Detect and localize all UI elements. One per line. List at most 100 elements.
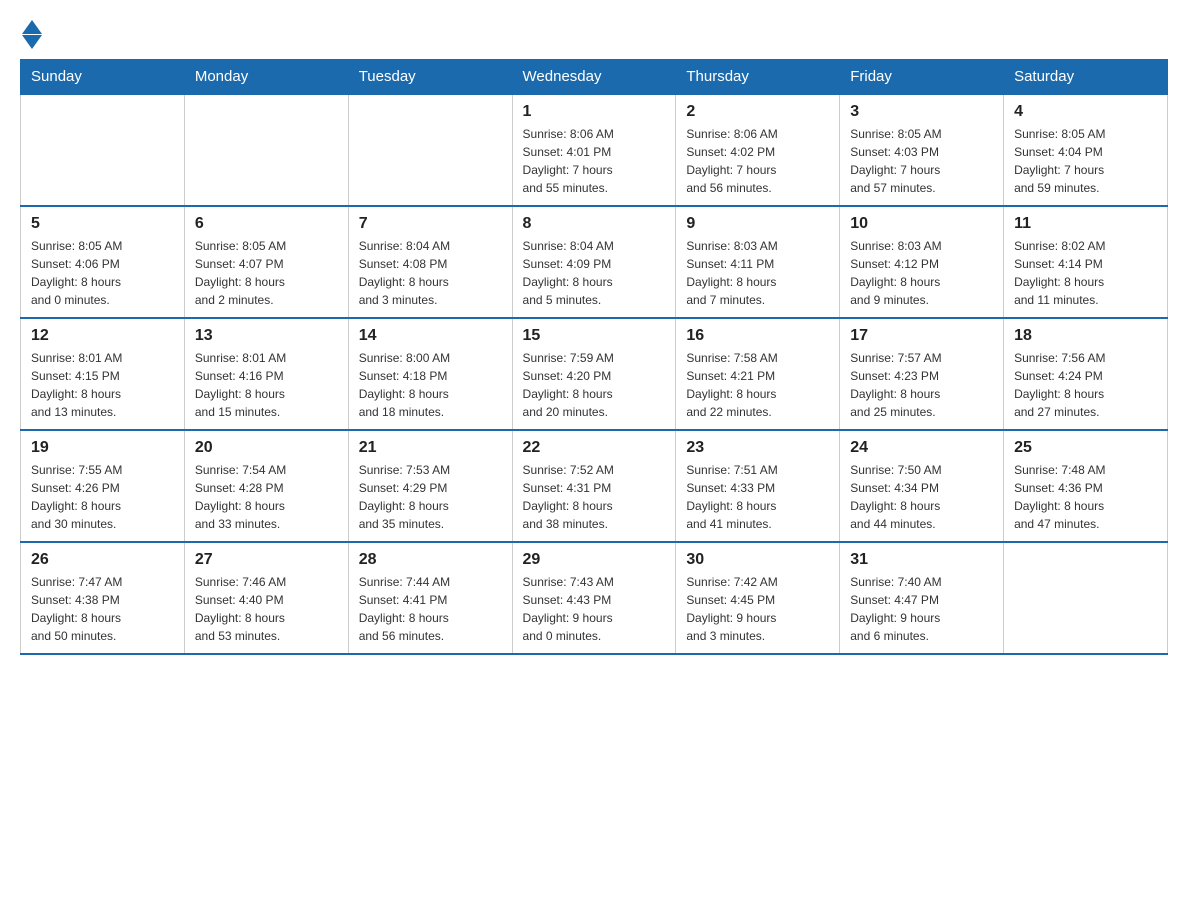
day-number: 5: [31, 215, 174, 233]
day-info: Sunrise: 8:01 AM Sunset: 4:16 PM Dayligh…: [195, 349, 338, 421]
calendar-cell: 6 Sunrise: 8:05 AM Sunset: 4:07 PM Daylig…: [184, 206, 348, 318]
day-info: Sunrise: 7:58 AM Sunset: 4:21 PM Dayligh…: [686, 349, 829, 421]
calendar-week-5: 26 Sunrise: 7:47 AM Sunset: 4:38 PM Dayli…: [21, 542, 1168, 654]
day-info: Sunrise: 8:03 AM Sunset: 4:12 PM Dayligh…: [850, 237, 993, 309]
calendar-cell: 23 Sunrise: 7:51 AM Sunset: 4:33 PM Dayli…: [676, 430, 840, 542]
calendar-cell: 14 Sunrise: 8:00 AM Sunset: 4:18 PM Dayli…: [348, 318, 512, 430]
day-number: 22: [523, 439, 666, 457]
day-info: Sunrise: 7:59 AM Sunset: 4:20 PM Dayligh…: [523, 349, 666, 421]
calendar-cell: 8Sunrise: 8:04 AM Sunset: 4:09 PM Daylig…: [512, 206, 676, 318]
day-number: 17: [850, 327, 993, 345]
column-header-thursday: Thursday: [676, 60, 840, 95]
day-info: Sunrise: 8:06 AM Sunset: 4:01 PM Dayligh…: [523, 125, 666, 197]
day-info: Sunrise: 7:52 AM Sunset: 4:31 PM Dayligh…: [523, 461, 666, 533]
day-info: Sunrise: 7:47 AM Sunset: 4:38 PM Dayligh…: [31, 573, 174, 645]
day-number: 20: [195, 439, 338, 457]
day-info: Sunrise: 8:05 AM Sunset: 4:03 PM Dayligh…: [850, 125, 993, 197]
day-info: Sunrise: 8:05 AM Sunset: 4:06 PM Dayligh…: [31, 237, 174, 309]
calendar-cell: 1 Sunrise: 8:06 AM Sunset: 4:01 PM Daylig…: [512, 94, 676, 206]
calendar-week-2: 5 Sunrise: 8:05 AM Sunset: 4:06 PM Daylig…: [21, 206, 1168, 318]
day-info: Sunrise: 7:57 AM Sunset: 4:23 PM Dayligh…: [850, 349, 993, 421]
day-number: 13: [195, 327, 338, 345]
calendar-cell: 19 Sunrise: 7:55 AM Sunset: 4:26 PM Dayli…: [21, 430, 185, 542]
calendar-cell: 2Sunrise: 8:06 AM Sunset: 4:02 PM Daylig…: [676, 94, 840, 206]
day-info: Sunrise: 7:51 AM Sunset: 4:33 PM Dayligh…: [686, 461, 829, 533]
calendar-cell: 12 Sunrise: 8:01 AM Sunset: 4:15 PM Dayli…: [21, 318, 185, 430]
calendar-cell: 3 Sunrise: 8:05 AM Sunset: 4:03 PM Daylig…: [840, 94, 1004, 206]
day-number: 1: [523, 103, 666, 121]
day-info: Sunrise: 7:55 AM Sunset: 4:26 PM Dayligh…: [31, 461, 174, 533]
day-info: Sunrise: 7:48 AM Sunset: 4:36 PM Dayligh…: [1014, 461, 1157, 533]
calendar-header-row: SundayMondayTuesdayWednesdayThursdayFrid…: [21, 60, 1168, 95]
calendar-cell: 27 Sunrise: 7:46 AM Sunset: 4:40 PM Dayli…: [184, 542, 348, 654]
calendar-cell: 21 Sunrise: 7:53 AM Sunset: 4:29 PM Dayli…: [348, 430, 512, 542]
calendar-cell: 17 Sunrise: 7:57 AM Sunset: 4:23 PM Dayli…: [840, 318, 1004, 430]
day-number: 18: [1014, 327, 1157, 345]
day-info: Sunrise: 8:05 AM Sunset: 4:04 PM Dayligh…: [1014, 125, 1157, 197]
calendar-week-1: 1 Sunrise: 8:06 AM Sunset: 4:01 PM Daylig…: [21, 94, 1168, 206]
calendar-cell: 28Sunrise: 7:44 AM Sunset: 4:41 PM Dayli…: [348, 542, 512, 654]
day-number: 11: [1014, 215, 1157, 233]
calendar-cell: [21, 94, 185, 206]
day-info: Sunrise: 8:03 AM Sunset: 4:11 PM Dayligh…: [686, 237, 829, 309]
day-number: 14: [359, 327, 502, 345]
day-number: 24: [850, 439, 993, 457]
day-number: 2: [686, 103, 829, 121]
day-number: 19: [31, 439, 174, 457]
day-info: Sunrise: 7:46 AM Sunset: 4:40 PM Dayligh…: [195, 573, 338, 645]
day-number: 23: [686, 439, 829, 457]
calendar-cell: 7 Sunrise: 8:04 AM Sunset: 4:08 PM Daylig…: [348, 206, 512, 318]
calendar-cell: 13 Sunrise: 8:01 AM Sunset: 4:16 PM Dayli…: [184, 318, 348, 430]
day-number: 28: [359, 551, 502, 569]
day-info: Sunrise: 8:04 AM Sunset: 4:08 PM Dayligh…: [359, 237, 502, 309]
day-number: 3: [850, 103, 993, 121]
day-number: 4: [1014, 103, 1157, 121]
day-number: 7: [359, 215, 502, 233]
day-info: Sunrise: 8:00 AM Sunset: 4:18 PM Dayligh…: [359, 349, 502, 421]
calendar-cell: 24 Sunrise: 7:50 AM Sunset: 4:34 PM Dayli…: [840, 430, 1004, 542]
day-number: 29: [523, 551, 666, 569]
day-info: Sunrise: 7:42 AM Sunset: 4:45 PM Dayligh…: [686, 573, 829, 645]
day-info: Sunrise: 8:05 AM Sunset: 4:07 PM Dayligh…: [195, 237, 338, 309]
calendar-table: SundayMondayTuesdayWednesdayThursdayFrid…: [20, 59, 1168, 655]
day-info: Sunrise: 7:53 AM Sunset: 4:29 PM Dayligh…: [359, 461, 502, 533]
calendar-cell: [1004, 542, 1168, 654]
calendar-cell: 18Sunrise: 7:56 AM Sunset: 4:24 PM Dayli…: [1004, 318, 1168, 430]
day-number: 10: [850, 215, 993, 233]
calendar-cell: 11Sunrise: 8:02 AM Sunset: 4:14 PM Dayli…: [1004, 206, 1168, 318]
calendar-cell: 26 Sunrise: 7:47 AM Sunset: 4:38 PM Dayli…: [21, 542, 185, 654]
calendar-cell: 25 Sunrise: 7:48 AM Sunset: 4:36 PM Dayli…: [1004, 430, 1168, 542]
calendar-cell: 5 Sunrise: 8:05 AM Sunset: 4:06 PM Daylig…: [21, 206, 185, 318]
column-header-friday: Friday: [840, 60, 1004, 95]
calendar-cell: 31 Sunrise: 7:40 AM Sunset: 4:47 PM Dayli…: [840, 542, 1004, 654]
calendar-cell: 15 Sunrise: 7:59 AM Sunset: 4:20 PM Dayli…: [512, 318, 676, 430]
day-info: Sunrise: 7:40 AM Sunset: 4:47 PM Dayligh…: [850, 573, 993, 645]
day-number: 8: [523, 215, 666, 233]
day-number: 12: [31, 327, 174, 345]
calendar-cell: 20 Sunrise: 7:54 AM Sunset: 4:28 PM Dayli…: [184, 430, 348, 542]
calendar-week-4: 19 Sunrise: 7:55 AM Sunset: 4:26 PM Dayli…: [21, 430, 1168, 542]
day-number: 9: [686, 215, 829, 233]
day-info: Sunrise: 8:01 AM Sunset: 4:15 PM Dayligh…: [31, 349, 174, 421]
day-number: 30: [686, 551, 829, 569]
calendar-cell: [348, 94, 512, 206]
calendar-cell: 29Sunrise: 7:43 AM Sunset: 4:43 PM Dayli…: [512, 542, 676, 654]
day-number: 27: [195, 551, 338, 569]
column-header-saturday: Saturday: [1004, 60, 1168, 95]
day-info: Sunrise: 7:50 AM Sunset: 4:34 PM Dayligh…: [850, 461, 993, 533]
calendar-week-3: 12 Sunrise: 8:01 AM Sunset: 4:15 PM Dayli…: [21, 318, 1168, 430]
day-number: 21: [359, 439, 502, 457]
column-header-wednesday: Wednesday: [512, 60, 676, 95]
day-info: Sunrise: 7:54 AM Sunset: 4:28 PM Dayligh…: [195, 461, 338, 533]
day-number: 6: [195, 215, 338, 233]
calendar-cell: 22 Sunrise: 7:52 AM Sunset: 4:31 PM Dayli…: [512, 430, 676, 542]
column-header-sunday: Sunday: [21, 60, 185, 95]
day-number: 16: [686, 327, 829, 345]
day-number: 31: [850, 551, 993, 569]
calendar-cell: 30 Sunrise: 7:42 AM Sunset: 4:45 PM Dayli…: [676, 542, 840, 654]
logo: [20, 20, 42, 49]
day-number: 26: [31, 551, 174, 569]
day-number: 25: [1014, 439, 1157, 457]
page-header: [20, 20, 1168, 49]
day-number: 15: [523, 327, 666, 345]
